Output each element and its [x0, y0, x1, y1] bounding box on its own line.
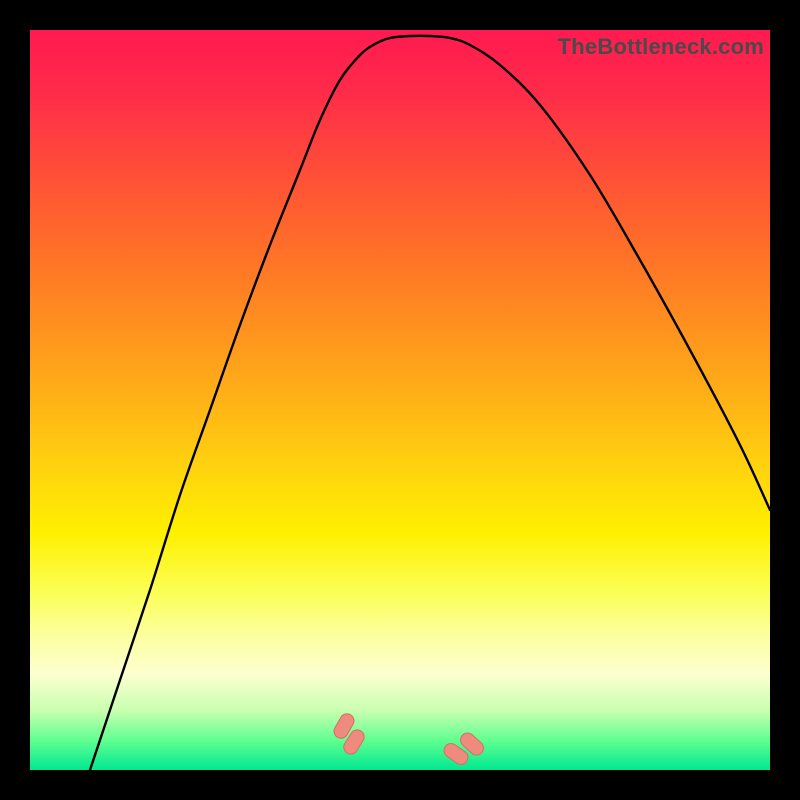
- watermark-label: TheBottleneck.com: [558, 34, 764, 60]
- chart-svg: [30, 30, 770, 770]
- bottleneck-curve: [90, 36, 770, 770]
- chart-markers: [331, 711, 486, 767]
- chart-plot-area: [30, 30, 770, 770]
- chart-frame: TheBottleneck.com: [0, 0, 800, 800]
